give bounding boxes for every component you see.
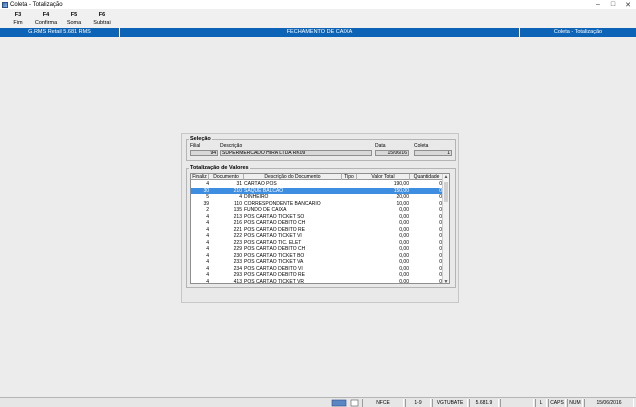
subtrai-key: F6 [98, 12, 106, 18]
minimize-button[interactable]: – [594, 1, 602, 8]
confirma-label: Confirma [34, 20, 58, 26]
totalizacao-grid[interactable]: Finaliz Documento Descrição do Documento… [190, 173, 450, 284]
keyboard-icon [331, 399, 347, 407]
status-range: 1-9 [405, 399, 431, 407]
coleta-label: Coleta [414, 143, 429, 149]
data-label: Data [375, 143, 386, 149]
soma-key: F5 [70, 12, 78, 18]
col-tipo[interactable]: Tipo [342, 174, 357, 180]
selecao-title: Seleção [189, 136, 212, 142]
scroll-down-icon[interactable]: ▼ [443, 279, 449, 283]
subtrai-label: Subtrai [93, 20, 111, 26]
fim-key: F3 [14, 12, 22, 18]
title-bar: Coleta - Totalização – □ ✕ [0, 0, 636, 9]
status-version: 5.681.9 [469, 399, 499, 407]
table-cell: 0,00 [399, 278, 409, 284]
grid-header: Finaliz Documento Descrição do Documento… [191, 174, 444, 180]
document-icon [350, 399, 359, 407]
app-version: G.RMS Retail 5.681 RMS [0, 28, 120, 37]
col-valor-total[interactable]: Valor Total [357, 174, 410, 180]
soma-button[interactable]: F5 Soma [60, 9, 88, 28]
status-date: 15/06/2016 [584, 399, 634, 407]
status-blank [500, 399, 534, 407]
close-button[interactable]: ✕ [624, 1, 632, 9]
data-field[interactable]: 15/06/16 [375, 150, 409, 156]
scroll-thumb[interactable] [444, 182, 448, 202]
col-descricao[interactable]: Descrição do Documento [244, 174, 342, 180]
scroll-up-icon[interactable]: ▲ [443, 174, 449, 180]
totalizacao-title: Totalização de Valores [189, 165, 250, 171]
status-user: VGTUBATE [432, 399, 468, 407]
toolbar: F3 Fim F4 Confirma F5 Soma F6 Subtrai [0, 9, 636, 28]
filial-field[interactable]: 94 [190, 150, 218, 156]
confirma-key: F4 [42, 12, 50, 18]
status-caps: CAPS [548, 399, 566, 407]
table-cell: 4 [206, 278, 209, 284]
col-finaliz[interactable]: Finaliz [191, 174, 209, 180]
col-quantidade[interactable]: Quantidade [410, 174, 444, 180]
table-cell: 0 [439, 278, 442, 284]
table-cell: 413 [233, 278, 242, 284]
status-bar: NFCE 1-9 VGTUBATE 5.681.9 L CAPS NUM 15/… [0, 397, 636, 407]
filial-label: Filial [190, 143, 201, 149]
subtrai-button[interactable]: F6 Subtrai [88, 9, 116, 28]
descricao-field[interactable]: SUPERMERCADO HIRA LTDA RK09 [220, 150, 372, 156]
module-title: Coleta - Totalização [553, 29, 603, 35]
fim-label: Fim [13, 20, 23, 26]
confirma-button[interactable]: F4 Confirma [32, 9, 60, 28]
status-num: NUM [567, 399, 583, 407]
descricao-label: Descrição [220, 143, 243, 149]
status-mode: NFCE [362, 399, 404, 407]
soma-label: Soma [66, 20, 82, 26]
status-l: L [535, 399, 547, 407]
table-row[interactable]: 4 413 POS CARTÃO TICKET VR 0,00 0 [191, 278, 444, 284]
screen-title: FECHAMENTO DE CAIXA [120, 28, 520, 37]
col-documento[interactable]: Documento [209, 174, 244, 180]
header-bar: G.RMS Retail 5.681 RMS FECHAMENTO DE CAI… [0, 28, 636, 37]
window-title: Coleta - Totalização [10, 1, 63, 8]
table-cell: POS CARTÃO TICKET VR [244, 278, 305, 284]
coleta-field[interactable]: 1 [414, 150, 452, 156]
grid-scrollbar[interactable]: ▲ ▼ [442, 174, 449, 283]
app-icon [2, 1, 8, 8]
maximize-button[interactable]: □ [609, 1, 617, 8]
fim-button[interactable]: F3 Fim [4, 9, 32, 28]
